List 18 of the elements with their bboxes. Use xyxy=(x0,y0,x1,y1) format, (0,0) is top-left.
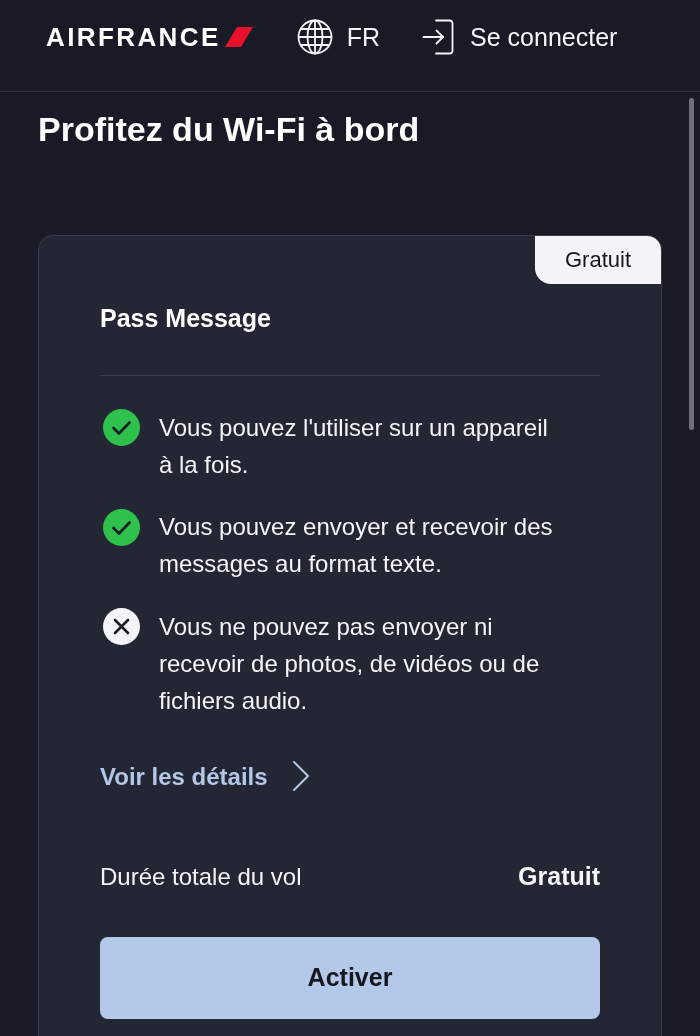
feature-text: Vous pouvez envoyer et recevoir des messages au format texte. xyxy=(159,512,554,579)
feature-text: Vous pouvez l'utiliser sur un appareil à la fois. xyxy=(159,412,549,480)
login-button[interactable]: Se connecter xyxy=(422,19,618,55)
price-badge: Gratuit xyxy=(535,236,661,284)
scrollbar-thumb[interactable] xyxy=(689,98,694,430)
sign-in-icon xyxy=(422,19,455,55)
activate-button[interactable]: Activer xyxy=(100,936,600,1019)
page-title: Profitez du Wi-Fi à bord xyxy=(38,109,421,150)
duration-label: Durée totale du vol xyxy=(100,861,302,892)
logo-slash-icon xyxy=(224,27,253,47)
feature-text: Vous ne pouvez pas envoyer ni recevoir de photos, de vidéos ou de fichiers audio. xyxy=(159,611,541,716)
logo-wordmark[interactable]: AIRFRANCE xyxy=(46,24,221,50)
price-value: Gratuit xyxy=(518,860,600,892)
details-link[interactable]: Voir les détails xyxy=(100,757,310,795)
chevron-right-icon xyxy=(291,760,310,792)
pass-name: Pass Message xyxy=(100,303,272,334)
globe-icon xyxy=(296,19,333,55)
language-button[interactable]: FR xyxy=(296,19,381,55)
